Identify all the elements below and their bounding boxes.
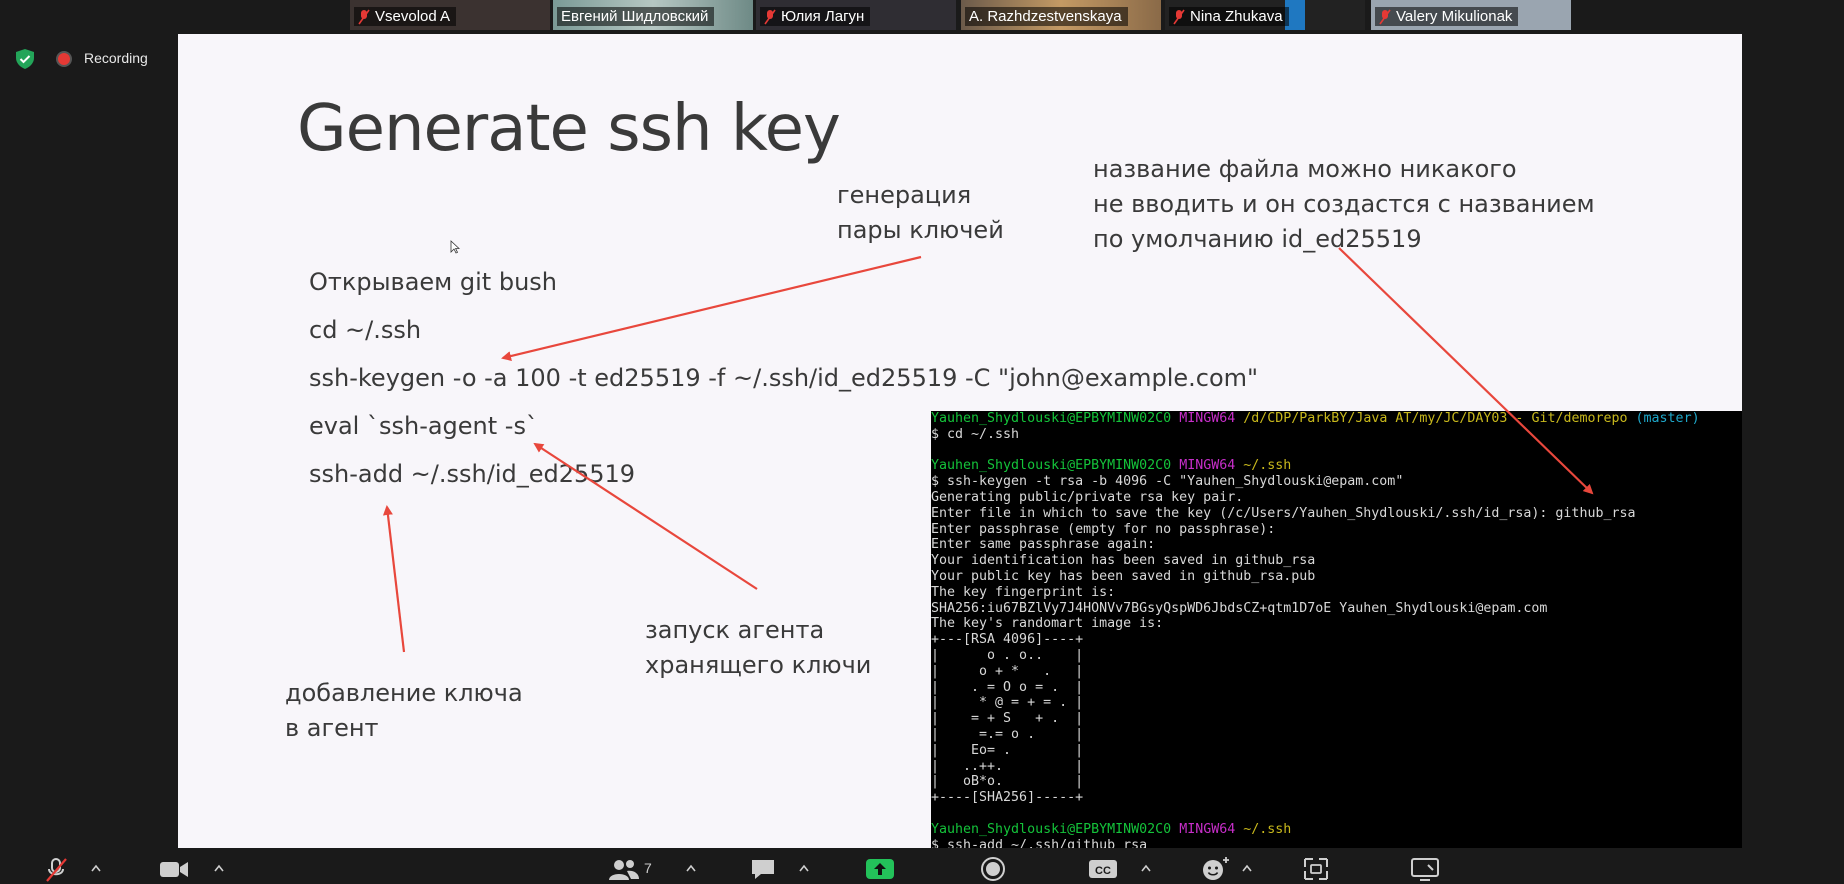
note-add: добавление ключа в агент — [285, 679, 523, 742]
terminal-line: Enter passphrase (empty for no passphras… — [931, 521, 1276, 537]
command-line: cd ~/.ssh — [309, 316, 422, 344]
terminal-prompt: Yauhen_Shydlouski@EPBYMINW02C0 MINGW64 ~… — [931, 821, 1292, 837]
terminal-line: | o + * . | — [931, 663, 1084, 679]
chevron-up-icon[interactable] — [214, 864, 224, 872]
terminal-line: The key's randomart image is: — [931, 616, 1164, 632]
terminal-line: | = + S + . | — [931, 711, 1084, 727]
participant-name-tag: Евгений Шидловский — [557, 7, 715, 26]
apps-icon[interactable] — [1302, 856, 1330, 882]
terminal-line: Your public key has been saved in github… — [931, 568, 1316, 584]
mic-muted-icon — [764, 9, 776, 24]
mouse-cursor-icon — [450, 240, 460, 254]
microphone-muted-icon[interactable] — [42, 856, 70, 882]
mic-muted-icon — [1379, 9, 1391, 24]
chevron-up-icon[interactable] — [91, 864, 101, 872]
terminal-line: Enter same passphrase again: — [931, 537, 1156, 553]
participant-name-tag: Vsevolod A — [354, 7, 457, 26]
participant-name-tag: Юлия Лагун — [760, 7, 871, 26]
command-line: Открываем git bush — [309, 268, 558, 296]
terminal-line: Enter file in which to save the key (/c/… — [931, 505, 1636, 521]
terminal-line: +----[SHA256]-----+ — [931, 790, 1084, 806]
participant-name-tag: Valery Mikulionak — [1375, 7, 1519, 26]
mic-muted-icon — [1173, 9, 1185, 24]
share-screen-icon[interactable] — [865, 856, 895, 882]
record-icon[interactable] — [979, 856, 1007, 882]
note-filename: название файла можно никакого не вводить… — [1093, 155, 1595, 253]
participant-tile[interactable]: Nina Zhukava — [1165, 0, 1365, 30]
terminal-line: | oB*o. | — [931, 774, 1084, 790]
recording-label: Recording — [84, 50, 148, 66]
svg-text:CC: CC — [1095, 865, 1111, 877]
terminal-prompt: Yauhen_Shydlouski@EPBYMINW02C0 MINGW64 ~… — [931, 458, 1292, 474]
terminal-line: | o . o.. | — [931, 647, 1084, 663]
command-line: ssh-add ~/.ssh/id_ed25519 — [309, 460, 636, 488]
chat-icon[interactable] — [749, 856, 777, 882]
terminal-line: $ ssh-keygen -t rsa -b 4096 -C "Yauhen_S… — [931, 474, 1404, 490]
terminal-line: Generating public/private rsa key pair. — [931, 489, 1244, 505]
participants-count: 7 — [644, 860, 652, 876]
command-line: ssh-keygen -o -a 100 -t ed25519 -f ~/.ss… — [309, 364, 1259, 392]
participant-tile[interactable]: Valery Mikulionak — [1371, 0, 1571, 30]
terminal-line: +---[RSA 4096]----+ — [931, 632, 1084, 648]
terminal-prompt: Yauhen_Shydlouski@EPBYMINW02C0 MINGW64 /… — [931, 411, 1700, 426]
participants-icon[interactable] — [607, 856, 641, 882]
chevron-up-icon[interactable] — [1242, 864, 1252, 872]
closed-captions-icon[interactable]: CC — [1088, 856, 1118, 882]
participant-name-tag: A. Razhdzestvenskaya — [965, 7, 1128, 26]
video-camera-icon[interactable] — [158, 856, 190, 882]
slide-title: Generate ssh key — [297, 92, 841, 166]
chevron-up-icon[interactable] — [799, 864, 809, 872]
terminal-line: | ..++. | — [931, 758, 1084, 774]
terminal-line: $ cd ~/.ssh — [931, 426, 1020, 442]
terminal-line: | * @ = + = . | — [931, 695, 1084, 711]
terminal-line: SHA256:iu67BZlVy7J4HONVv7BGsyQspWD6JbdsC… — [931, 600, 1548, 616]
terminal-line: Your identification has been saved in gi… — [931, 553, 1316, 569]
command-line: eval `ssh-agent -s` — [309, 412, 538, 440]
terminal-line: | =.= o . | — [931, 726, 1084, 742]
chevron-up-icon[interactable] — [1141, 864, 1151, 872]
note-keygen: генерация пары ключей — [837, 181, 1004, 244]
whiteboard-icon[interactable] — [1410, 856, 1440, 882]
terminal-screenshot: Yauhen_Shydlouski@EPBYMINW02C0 MINGW64 /… — [931, 411, 1742, 848]
mic-muted-icon — [358, 9, 370, 24]
reactions-icon[interactable] — [1200, 856, 1230, 882]
participant-name-tag: Nina Zhukava — [1169, 7, 1289, 26]
participant-tile[interactable]: Евгений Шидловский — [553, 0, 753, 30]
terminal-line: The key fingerprint is: — [931, 584, 1116, 600]
participant-tile[interactable]: A. Razhdzestvenskaya — [961, 0, 1161, 30]
recording-indicator-icon[interactable] — [56, 51, 72, 67]
encryption-shield-icon[interactable] — [14, 48, 36, 70]
terminal-line: | Eo= . | — [931, 742, 1084, 758]
meeting-toolbar — [0, 850, 1844, 884]
terminal-line: | . = O o = . | — [931, 679, 1084, 695]
participant-tile[interactable]: Юлия Лагун — [756, 0, 956, 30]
terminal-line: $ ssh-add ~/.ssh/github_rsa — [931, 837, 1148, 848]
participant-tile[interactable]: Vsevolod A — [350, 0, 550, 30]
note-agent: запуск агента хранящего ключи — [645, 616, 872, 679]
chevron-up-icon[interactable] — [686, 864, 696, 872]
